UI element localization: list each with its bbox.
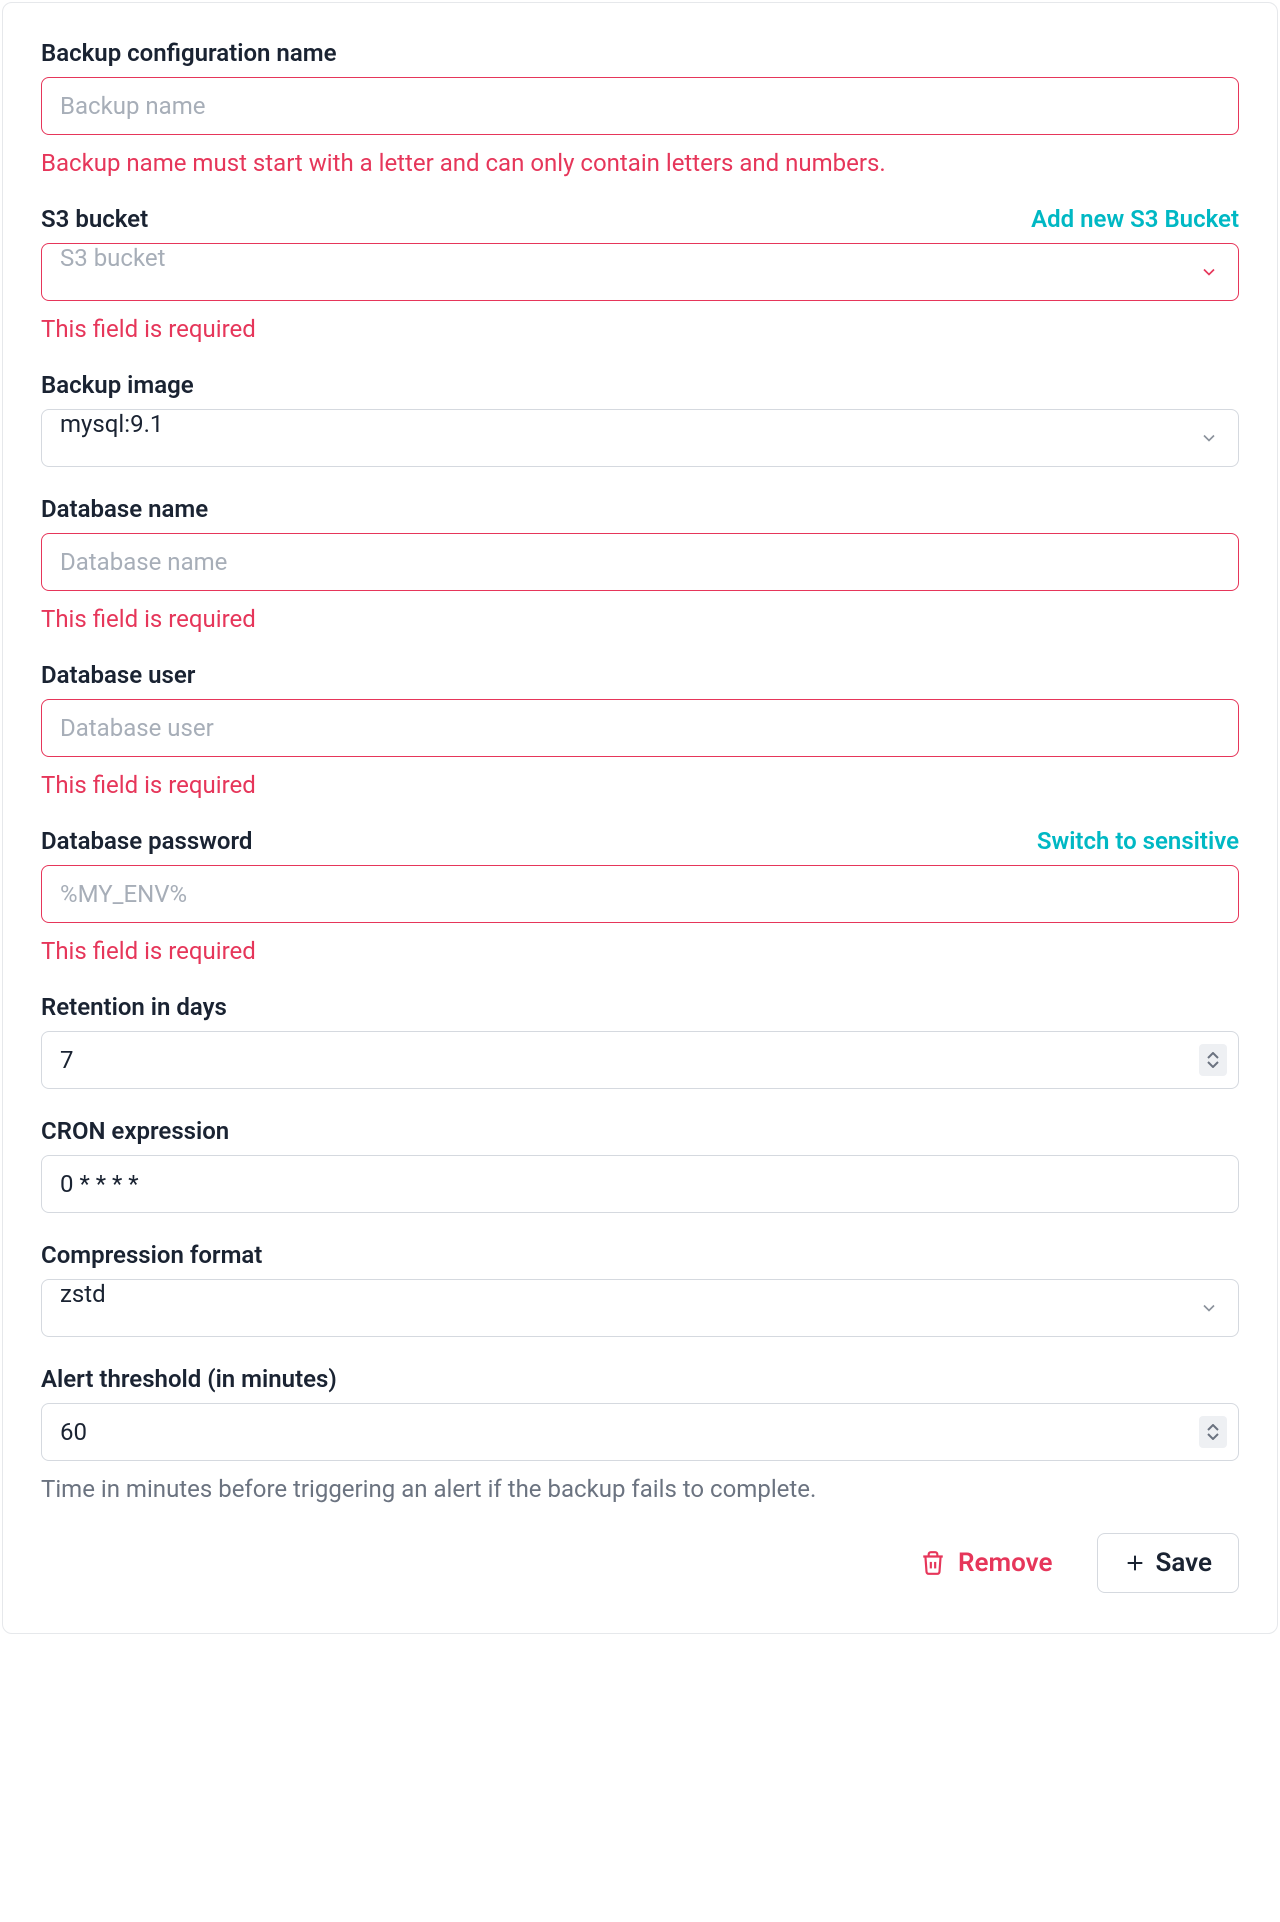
compression-label: Compression format (41, 1241, 262, 1269)
save-button[interactable]: Save (1097, 1533, 1240, 1593)
backup-image-select[interactable]: mysql:9.1 (41, 409, 1239, 467)
s3-bucket-error: This field is required (41, 315, 1239, 343)
alert-threshold-input[interactable] (41, 1403, 1239, 1461)
field-compression: Compression format zstd (41, 1241, 1239, 1337)
field-retention: Retention in days (41, 993, 1239, 1089)
backup-config-form: Backup configuration name Backup name mu… (2, 2, 1278, 1634)
plus-icon (1124, 1552, 1146, 1574)
field-db-name: Database name This field is required (41, 495, 1239, 633)
db-password-input[interactable] (41, 865, 1239, 923)
chevron-down-icon[interactable] (1207, 1060, 1219, 1068)
add-s3-bucket-link[interactable]: Add new S3 Bucket (1031, 205, 1239, 233)
backup-image-label: Backup image (41, 371, 194, 399)
cron-input[interactable] (41, 1155, 1239, 1213)
field-alert-threshold: Alert threshold (in minutes) Time in min… (41, 1365, 1239, 1503)
db-user-error: This field is required (41, 771, 1239, 799)
chevron-up-icon[interactable] (1207, 1424, 1219, 1432)
number-stepper[interactable] (1199, 1044, 1227, 1076)
s3-bucket-select[interactable]: S3 bucket (41, 243, 1239, 301)
alert-threshold-helper: Time in minutes before triggering an ale… (41, 1475, 1239, 1503)
field-db-user: Database user This field is required (41, 661, 1239, 799)
field-s3-bucket: S3 bucket Add new S3 Bucket S3 bucket Th… (41, 205, 1239, 343)
form-actions: Remove Save (41, 1533, 1239, 1593)
chevron-up-icon[interactable] (1207, 1052, 1219, 1060)
compression-select[interactable]: zstd (41, 1279, 1239, 1337)
trash-icon (920, 1549, 946, 1577)
db-name-label: Database name (41, 495, 208, 523)
db-user-input[interactable] (41, 699, 1239, 757)
save-button-label: Save (1156, 1548, 1213, 1578)
db-password-error: This field is required (41, 937, 1239, 965)
retention-input[interactable] (41, 1031, 1239, 1089)
db-name-error: This field is required (41, 605, 1239, 633)
s3-bucket-label: S3 bucket (41, 205, 148, 233)
chevron-down-icon[interactable] (1207, 1432, 1219, 1440)
number-stepper[interactable] (1199, 1416, 1227, 1448)
field-db-password: Database password Switch to sensitive Th… (41, 827, 1239, 965)
field-backup-image: Backup image mysql:9.1 (41, 371, 1239, 467)
remove-button-label: Remove (958, 1548, 1052, 1578)
retention-label: Retention in days (41, 993, 227, 1021)
remove-button[interactable]: Remove (920, 1548, 1052, 1578)
switch-sensitive-link[interactable]: Switch to sensitive (1037, 827, 1239, 855)
backup-name-input[interactable] (41, 77, 1239, 135)
backup-name-error: Backup name must start with a letter and… (41, 149, 1239, 177)
db-password-label: Database password (41, 827, 252, 855)
alert-threshold-label: Alert threshold (in minutes) (41, 1365, 337, 1393)
backup-name-label: Backup configuration name (41, 39, 336, 67)
db-name-input[interactable] (41, 533, 1239, 591)
field-backup-name: Backup configuration name Backup name mu… (41, 39, 1239, 177)
field-cron: CRON expression (41, 1117, 1239, 1213)
cron-label: CRON expression (41, 1117, 229, 1145)
db-user-label: Database user (41, 661, 195, 689)
